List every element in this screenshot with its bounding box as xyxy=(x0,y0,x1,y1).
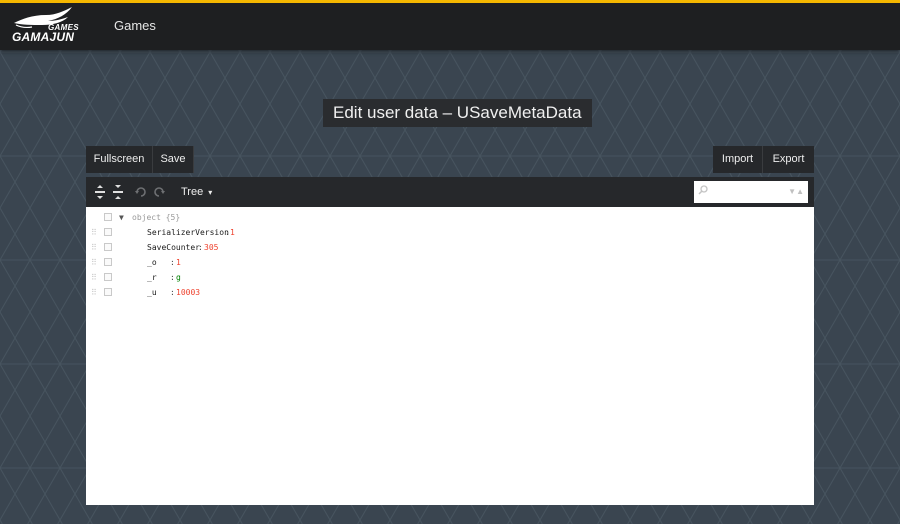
drag-handle-icon[interactable]: ⠿ xyxy=(91,273,97,282)
field-key[interactable]: SerializerVersion xyxy=(147,225,229,240)
root-object-label: object {5} xyxy=(132,213,181,222)
field-value[interactable]: 1 xyxy=(176,255,181,270)
json-tree: ▼ object {5} ⠿ SerializerVersion : 1 ⠿ S… xyxy=(86,210,814,300)
gamajun-logo[interactable]: GAMES GAMAJUN xyxy=(12,7,79,45)
editor-menu-bar: Tree ▾ ▼▲ xyxy=(86,177,814,207)
field-value[interactable]: 10003 xyxy=(176,285,200,300)
tree-field-row: ⠿ SaveCounter : 305 xyxy=(86,240,814,255)
search-box: ▼▲ xyxy=(694,181,808,203)
field-separator: : xyxy=(170,288,175,297)
json-editor: Tree ▾ ▼▲ ▼ object {5} ⠿ SerializerVersi… xyxy=(86,177,814,505)
tree-field-row: ⠿ _r : g xyxy=(86,270,814,285)
search-input[interactable] xyxy=(712,184,782,200)
tree-root-row: ▼ object {5} xyxy=(86,210,814,225)
mode-label: Tree xyxy=(181,186,204,198)
nav-link-games[interactable]: Games xyxy=(114,18,156,33)
field-value[interactable]: 1 xyxy=(230,225,235,240)
redo-icon[interactable] xyxy=(153,185,165,199)
collapse-toggle-icon[interactable]: ▼ xyxy=(119,210,124,225)
drag-handle-icon[interactable]: ⠿ xyxy=(91,288,97,297)
save-button[interactable]: Save xyxy=(153,146,194,173)
tree-field-row: ⠿ SerializerVersion : 1 xyxy=(86,225,814,240)
search-navigation: ▼▲ xyxy=(788,186,804,198)
top-navigation-bar: GAMES GAMAJUN Games xyxy=(0,0,900,50)
field-key[interactable]: _o xyxy=(147,255,157,270)
tree-field-row: ⠿ _o : 1 xyxy=(86,255,814,270)
drag-handle-icon[interactable]: ⠿ xyxy=(91,243,97,252)
field-key[interactable]: SaveCounter xyxy=(147,240,200,255)
drag-handle-icon[interactable]: ⠿ xyxy=(91,228,97,237)
expand-all-icon[interactable] xyxy=(94,185,106,199)
page-title: Edit user data – USaveMetaData xyxy=(323,99,592,127)
row-select-checkbox[interactable] xyxy=(104,213,112,221)
fullscreen-button[interactable]: Fullscreen xyxy=(86,146,153,173)
mode-selector[interactable]: Tree ▾ xyxy=(181,186,212,198)
row-select-checkbox[interactable] xyxy=(104,258,112,266)
undo-icon[interactable] xyxy=(135,185,147,199)
field-separator: : xyxy=(170,258,175,267)
field-key[interactable]: _r xyxy=(147,270,157,285)
row-select-checkbox[interactable] xyxy=(104,273,112,281)
row-select-checkbox[interactable] xyxy=(104,228,112,236)
row-select-checkbox[interactable] xyxy=(104,288,112,296)
field-separator: : xyxy=(198,243,203,252)
tree-field-row: ⠿ _u : 10003 xyxy=(86,285,814,300)
logo-gamajun-word: GAMAJUN xyxy=(12,30,75,44)
field-value[interactable]: 305 xyxy=(204,240,218,255)
search-previous-icon[interactable]: ▲ xyxy=(796,187,804,196)
row-select-checkbox[interactable] xyxy=(104,243,112,251)
collapse-all-icon[interactable] xyxy=(112,185,124,199)
field-separator: : xyxy=(170,273,175,282)
chevron-down-icon: ▾ xyxy=(208,188,213,197)
search-next-icon[interactable]: ▼ xyxy=(788,187,796,196)
search-icon xyxy=(698,185,708,199)
export-button[interactable]: Export xyxy=(763,146,814,173)
field-key[interactable]: _u xyxy=(147,285,157,300)
drag-handle-icon[interactable]: ⠿ xyxy=(91,258,97,267)
import-button[interactable]: Import xyxy=(713,146,763,173)
field-value[interactable]: g xyxy=(176,270,181,285)
